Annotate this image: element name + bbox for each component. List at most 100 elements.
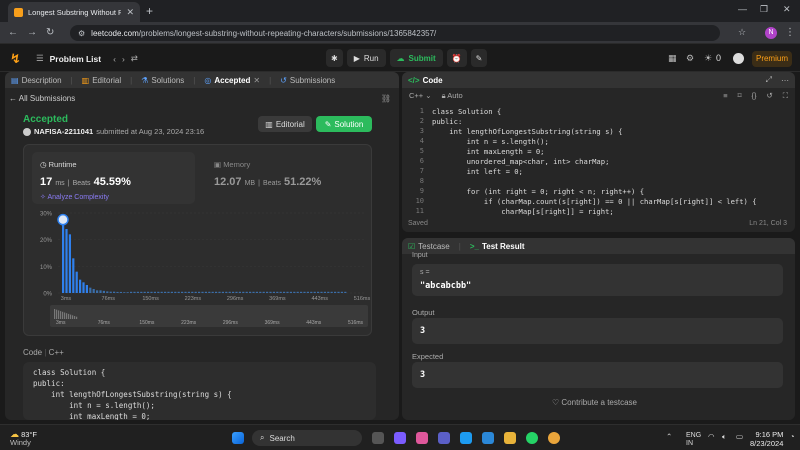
close-tab-accepted-icon[interactable]: ✕ xyxy=(253,76,260,85)
runtime-card[interactable]: ◷ Runtime 17 ms | Beats 45.59% ✧ Analyze… xyxy=(32,152,195,204)
timer-button[interactable]: ⏰ xyxy=(446,49,467,67)
clock-icon: ◷ xyxy=(40,160,47,169)
distribution-bar xyxy=(235,291,238,293)
runtime-distribution-chart[interactable]: 30% 20% 10% 0% 3ms 76ms 150ms 223ms 296ms 369ms 44… xyxy=(24,207,373,335)
back-icon[interactable]: ← xyxy=(8,27,18,38)
edge-icon[interactable] xyxy=(460,432,472,444)
tab-submissions[interactable]: ↺ Submissions xyxy=(280,76,335,85)
bookmark-icon[interactable]: ⌑ xyxy=(738,91,742,100)
accepted-icon: ◎ xyxy=(204,75,212,85)
overview-bar xyxy=(66,313,68,319)
lang-region: IN xyxy=(686,440,693,447)
share-link-icon[interactable]: ⛓ xyxy=(381,94,391,103)
tab-testcase[interactable]: ☑ Testcase xyxy=(408,242,450,251)
teams-icon[interactable] xyxy=(438,432,450,444)
battery-icon[interactable]: ▭ xyxy=(736,432,743,441)
braces-icon[interactable]: {} xyxy=(751,91,756,100)
tab-editorial[interactable]: ▥ Editorial xyxy=(82,76,121,85)
notification-fire-icon[interactable]: ☀ xyxy=(704,53,712,64)
layout-icon[interactable]: ▦ xyxy=(668,53,677,64)
weather-widget[interactable]: ☁ 83°F Windy xyxy=(10,430,37,447)
tab-accepted[interactable]: ◎ Accepted ✕ xyxy=(204,76,260,85)
tab-solutions[interactable]: ⚗ Solutions xyxy=(141,76,184,85)
contribute-testcase-link[interactable]: ♡ Contribute a testcase xyxy=(552,398,637,407)
distribution-bar xyxy=(289,291,292,293)
memory-card[interactable]: ▣ Memory 12.07 MB | Beats 51.22% xyxy=(206,152,366,204)
new-tab-icon[interactable]: + xyxy=(146,4,153,18)
url-bar[interactable]: ⚙ leetcode.com/problems/longest-substrin… xyxy=(70,25,720,41)
maximize-icon[interactable]: ❐ xyxy=(760,4,768,15)
submitter-name[interactable]: NAFISA-2211041 xyxy=(34,127,93,136)
whatsapp-icon[interactable] xyxy=(526,432,538,444)
notifications-icon[interactable]: ◔ xyxy=(790,432,795,441)
distribution-bar xyxy=(136,291,139,293)
solution-button[interactable]: ✎ Solution xyxy=(316,116,372,132)
distribution-bar xyxy=(126,292,129,293)
clock-date: 8/23/2024 xyxy=(750,439,784,448)
bookmark-star-icon[interactable]: ☆ xyxy=(738,27,746,38)
expand-icon[interactable]: ⤢ xyxy=(766,75,772,85)
browser-menu-icon[interactable]: ⋮ xyxy=(785,27,795,38)
tray-chevron-icon[interactable]: ⌃ xyxy=(666,432,672,441)
shuffle-icon[interactable]: ⇄ xyxy=(131,53,138,64)
run-button[interactable]: ▶ Run xyxy=(346,49,386,67)
distribution-bar xyxy=(99,290,102,293)
language-indicator[interactable]: ENG IN xyxy=(686,432,701,448)
overview-bar xyxy=(58,310,60,319)
memory-beats: 51.22% xyxy=(284,176,322,188)
overview-tick-label: 516ms xyxy=(348,320,364,326)
submitted-time: submitted at Aug 23, 2024 23:16 xyxy=(96,127,205,136)
close-window-icon[interactable]: ✕ xyxy=(783,4,791,15)
wifi-icon[interactable]: ◠ xyxy=(708,432,715,441)
tab-description[interactable]: ▤ Description xyxy=(11,76,62,85)
line-number: 2 xyxy=(419,117,424,125)
format-icon[interactable]: ≡ xyxy=(723,91,727,100)
user-avatar[interactable] xyxy=(733,53,744,64)
volume-icon[interactable]: 🔈︎ xyxy=(722,432,727,442)
reset-icon[interactable]: ↺ xyxy=(766,91,772,100)
store-icon[interactable] xyxy=(482,432,494,444)
code-editor[interactable]: 1 class Solution {2 public: 3 int lengthOfL… xyxy=(402,105,795,217)
premium-button[interactable]: Premium xyxy=(752,51,792,67)
tab-solutions-label: Solutions xyxy=(151,75,185,85)
copilot-icon[interactable] xyxy=(416,432,428,444)
taskbar-search[interactable]: ⌕ Search xyxy=(252,430,362,446)
prev-problem-icon[interactable]: ‹ xyxy=(113,54,116,64)
fullscreen-icon[interactable]: ⛶ xyxy=(783,91,788,101)
line-number: 9 xyxy=(419,187,424,195)
language-select[interactable]: C++ ⌄ xyxy=(409,91,432,100)
profile-avatar[interactable]: N xyxy=(765,27,777,39)
chrome-icon[interactable] xyxy=(548,432,560,444)
taskbar-clock[interactable]: 9:16 PM 8/23/2024 xyxy=(750,430,783,448)
problem-list-nav[interactable]: ☰ Problem List ‹ › ⇄ xyxy=(36,53,138,64)
file-explorer-icon[interactable] xyxy=(504,432,516,444)
overview-tick-label: 3ms xyxy=(56,320,66,326)
all-submissions-link[interactable]: ← All Submissions xyxy=(9,94,75,103)
task-view-icon[interactable] xyxy=(372,432,384,444)
auto-mode[interactable]: 🔒︎ Auto xyxy=(442,91,463,101)
next-problem-icon[interactable]: › xyxy=(122,54,125,64)
submit-button[interactable]: ☁ Submit xyxy=(389,49,443,67)
site-info-icon[interactable]: ⚙ xyxy=(78,29,85,38)
windows-start-icon[interactable] xyxy=(232,432,244,444)
analyze-complexity-link[interactable]: ✧ Analyze Complexity xyxy=(40,193,109,201)
distribution-bar xyxy=(238,291,241,293)
tab-code[interactable]: </> Code xyxy=(408,76,443,85)
close-tab-icon[interactable]: ✕ xyxy=(126,7,134,18)
panel-menu-icon[interactable]: ⋯ xyxy=(781,76,789,85)
editorial-button[interactable]: ▥ Editorial xyxy=(258,116,312,132)
debug-button[interactable]: ✱ xyxy=(326,49,343,67)
app-icon[interactable] xyxy=(394,432,406,444)
leetcode-logo-icon[interactable]: ↯ xyxy=(10,51,24,66)
forward-icon[interactable]: → xyxy=(27,27,37,38)
tab-test-result[interactable]: >_ Test Result xyxy=(470,242,525,251)
list-icon: ☰ xyxy=(36,53,44,63)
settings-gear-icon[interactable]: ⚙ xyxy=(686,53,694,64)
distribution-bar xyxy=(272,291,275,293)
notes-button[interactable]: ✎ xyxy=(470,49,488,67)
minimize-icon[interactable]: — xyxy=(738,4,747,14)
distribution-bar xyxy=(177,291,180,293)
reload-icon[interactable]: ↻ xyxy=(46,27,54,38)
distribution-bar xyxy=(133,291,136,293)
browser-tab[interactable]: Longest Substring Without Rep ✕ xyxy=(8,2,140,22)
